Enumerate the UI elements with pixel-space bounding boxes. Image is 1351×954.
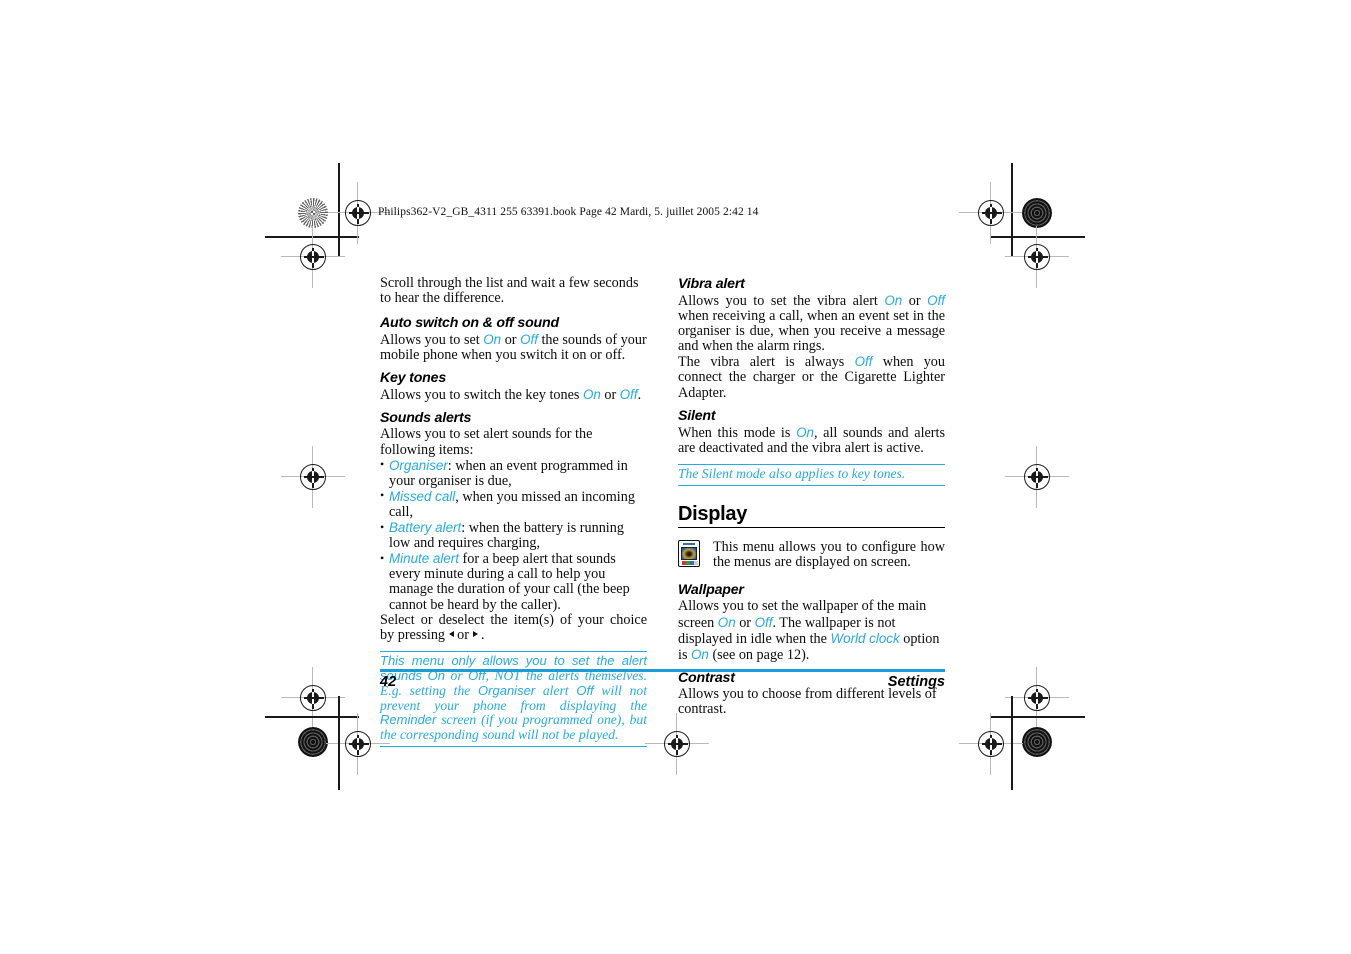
paragraph-vibra-alert-2: The vibra alert is always Off when you c… bbox=[678, 354, 945, 400]
registration-mark-right-upper bbox=[1024, 244, 1050, 270]
list-item: Minute alert for a beep alert that sound… bbox=[380, 551, 647, 612]
vibra-text-2: or bbox=[902, 293, 928, 309]
note-box-sounds-alerts: This menu only allows you to set the ale… bbox=[380, 650, 647, 747]
trim-line-top-left-vertical bbox=[338, 163, 340, 257]
value-on: On bbox=[717, 614, 736, 630]
registration-mark-top-right bbox=[978, 200, 1004, 226]
heading-auto-switch: Auto switch on & off sound bbox=[380, 315, 559, 332]
value-on: On bbox=[884, 293, 903, 308]
registration-mark-right-lower bbox=[1024, 685, 1050, 711]
select-or: or bbox=[453, 626, 473, 643]
display-heading-rule bbox=[678, 526, 945, 529]
list-item: Missed call, when you missed an incoming… bbox=[380, 488, 647, 520]
registration-mark-right-middle bbox=[1024, 464, 1050, 490]
halftone-rosette-bottom-right bbox=[1022, 727, 1052, 757]
wallpaper-text-2: or bbox=[735, 614, 755, 631]
value-on: On bbox=[582, 387, 601, 403]
vibra-text-4: The vibra alert is always bbox=[678, 354, 855, 371]
trim-line-top-right-vertical bbox=[1011, 163, 1013, 257]
list-item: Battery alert: when the battery is runni… bbox=[380, 520, 647, 551]
value-on-2: On bbox=[691, 646, 709, 662]
footer-rule bbox=[380, 669, 945, 673]
select-text-1: Select or deselect the item(s) of your c… bbox=[380, 611, 647, 643]
trim-line-bottom-right-vertical bbox=[1011, 696, 1013, 790]
registration-mark-left-lower bbox=[300, 685, 326, 711]
registration-mark-left-middle bbox=[300, 464, 326, 490]
trim-line-bottom-left-vertical bbox=[338, 696, 340, 790]
heading-key-tones: Key tones bbox=[380, 370, 447, 387]
registration-mark-bottom-left bbox=[345, 731, 371, 757]
display-intro-text: This menu allows you to configure how th… bbox=[713, 539, 945, 571]
wallpaper-text-5: (see on page 12). bbox=[708, 646, 810, 663]
halftone-rosette-top-left bbox=[298, 198, 328, 228]
page-footer: 42 Settings bbox=[380, 669, 945, 690]
paragraph-sounds-alerts-intro: Allows you to set alert sounds for the f… bbox=[380, 426, 593, 458]
vibra-text-1: Allows you to set the vibra alert bbox=[678, 293, 885, 309]
book-file-header: Philips362-V2_GB_4311 255 63391.book Pag… bbox=[378, 206, 759, 218]
auto-switch-text-1: Allows you to set bbox=[380, 332, 484, 349]
page-content: Scroll through the list and wait a few s… bbox=[380, 275, 945, 747]
paragraph-auto-switch: Allows you to set On or Off the sounds o… bbox=[380, 332, 647, 363]
paragraph-vibra-alert-1: Allows you to set the vibra alert On or … bbox=[678, 293, 945, 354]
heading-display: Display bbox=[678, 502, 748, 525]
registration-mark-bottom-center bbox=[664, 731, 690, 757]
value-on: On bbox=[796, 424, 814, 440]
right-triangle-icon bbox=[472, 631, 478, 638]
intro-paragraph: Scroll through the list and wait a few s… bbox=[380, 275, 639, 307]
key-tones-text-1: Allows you to switch the key tones bbox=[380, 387, 583, 404]
trim-line-right-lower-horizontal bbox=[991, 716, 1085, 718]
halftone-rosette-top-right bbox=[1022, 198, 1052, 228]
silent-text-1: When this mode is bbox=[678, 424, 797, 441]
value-off: Off bbox=[520, 332, 538, 348]
registration-mark-bottom-right bbox=[978, 731, 1004, 757]
list-item-term: Minute alert bbox=[389, 551, 459, 567]
halftone-rosette-bottom-left bbox=[298, 727, 328, 757]
registration-mark-top-left bbox=[345, 200, 371, 226]
running-head: Settings bbox=[887, 674, 945, 691]
paragraph-key-tones: Allows you to switch the key tones On or… bbox=[380, 387, 647, 403]
phone-display-icon bbox=[678, 540, 700, 568]
vibra-text-3: when receiving a call, when an event set… bbox=[678, 308, 945, 355]
display-intro-row: This menu allows you to configure how th… bbox=[678, 540, 945, 570]
paragraph-contrast: Allows you to choose from different leve… bbox=[678, 685, 937, 717]
paragraph-select-deselect: Select or deselect the item(s) of your c… bbox=[380, 611, 647, 643]
select-text-2: . bbox=[477, 626, 485, 643]
value-off: Off bbox=[854, 354, 873, 370]
value-on: On bbox=[483, 332, 502, 348]
heading-sounds-alerts: Sounds alerts bbox=[380, 410, 472, 427]
sounds-alerts-list: Organiser: when an event programmed in y… bbox=[380, 457, 647, 613]
list-item-term: Battery alert bbox=[389, 520, 462, 536]
value-off: Off bbox=[619, 387, 638, 403]
page-number: 42 bbox=[380, 674, 397, 691]
right-column: Vibra alert Allows you to set the vibra … bbox=[678, 276, 945, 717]
trim-line-left-lower-horizontal bbox=[265, 716, 359, 718]
key-tones-text-3: . bbox=[637, 387, 642, 404]
paragraph-silent: When this mode is On, all sounds and ale… bbox=[678, 425, 945, 456]
registration-mark-left-upper bbox=[300, 244, 326, 270]
term-world-clock: World clock bbox=[830, 630, 900, 646]
key-tones-text-2: or bbox=[600, 387, 620, 404]
note-term-reminder: Reminder bbox=[380, 712, 437, 728]
list-item-term: Missed call bbox=[389, 488, 456, 504]
heading-vibra-alert: Vibra alert bbox=[678, 276, 745, 292]
footer-row: 42 Settings bbox=[380, 674, 945, 690]
list-item-term: Organiser bbox=[389, 457, 448, 473]
auto-switch-text-2: or bbox=[501, 332, 521, 349]
value-off: Off bbox=[927, 293, 945, 308]
heading-silent: Silent bbox=[678, 407, 716, 424]
note-box-silent: The Silent mode also applies to key tone… bbox=[678, 463, 945, 486]
left-triangle-icon bbox=[448, 631, 454, 638]
list-item: Organiser: when an event programmed in y… bbox=[380, 457, 647, 489]
heading-wallpaper: Wallpaper bbox=[678, 582, 744, 599]
trim-line-right-upper-horizontal bbox=[991, 236, 1085, 238]
value-off: Off bbox=[754, 614, 773, 630]
paragraph-wallpaper: Allows you to set the wallpaper of the m… bbox=[678, 599, 945, 662]
